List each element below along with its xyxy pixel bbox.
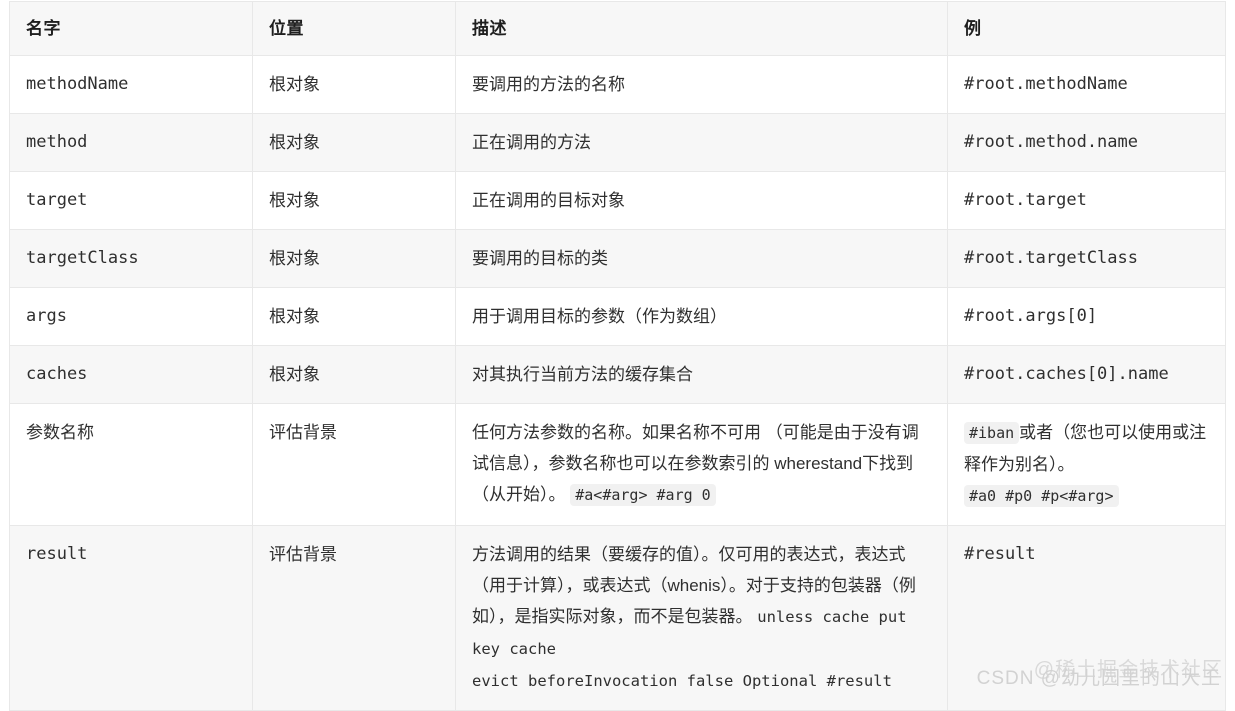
cell-description: 方法调用的结果（要缓存的值）。仅可用的表达式，表达式（用于计算），或表达式（wh…: [455, 525, 948, 711]
cell-example: #result: [947, 525, 1226, 711]
cell-description: 任何方法参数的名称。如果名称不可用 （可能是由于没有调试信息），参数名称也可以在…: [455, 403, 948, 526]
cell-description: 要调用的目标的类: [455, 229, 948, 288]
cell-location: 根对象: [252, 287, 456, 346]
table-row: args 根对象 用于调用目标的参数（作为数组） #root.args[0]: [9, 287, 1226, 346]
table-body: methodName 根对象 要调用的方法的名称 #root.methodNam…: [9, 55, 1226, 711]
column-header-description: 描述: [455, 1, 948, 56]
table-row: methodName 根对象 要调用的方法的名称 #root.methodNam…: [9, 55, 1226, 114]
cell-description: 要调用的方法的名称: [455, 55, 948, 114]
cell-example: #root.caches[0].name: [947, 345, 1226, 404]
cell-example: #root.method.name: [947, 113, 1226, 172]
cell-example: #root.args[0]: [947, 287, 1226, 346]
table-row: target 根对象 正在调用的目标对象 #root.target: [9, 171, 1226, 230]
cell-example: #root.target: [947, 171, 1226, 230]
column-header-name: 名字: [9, 1, 253, 56]
cell-example: #iban 或者（您也可以使用或注释作为别名）。 #a0 #p0 #p<#arg>: [947, 403, 1226, 526]
description-inline-code: #a<#arg> #arg 0: [570, 484, 716, 506]
table-row: targetClass 根对象 要调用的目标的类 #root.targetCla…: [9, 229, 1226, 288]
example-inline-code-aliases: #a0 #p0 #p<#arg>: [964, 485, 1119, 507]
spel-metadata-table-container: 名字 位置 描述 例 methodName 根对象 要调用的方法的名称 #roo…: [9, 1, 1226, 711]
cell-name: targetClass: [9, 229, 253, 288]
cell-description: 正在调用的方法: [455, 113, 948, 172]
table-row: caches 根对象 对其执行当前方法的缓存集合 #root.caches[0]…: [9, 345, 1226, 404]
cell-name: method: [9, 113, 253, 172]
column-header-example: 例: [947, 1, 1226, 56]
cell-location: 根对象: [252, 55, 456, 114]
cell-location: 根对象: [252, 229, 456, 288]
table-row: result 评估背景 方法调用的结果（要缓存的值）。仅可用的表达式，表达式（用…: [9, 525, 1226, 711]
cell-example: #root.methodName: [947, 55, 1226, 114]
cell-name: result: [9, 525, 253, 711]
cell-description: 正在调用的目标对象: [455, 171, 948, 230]
example-inline-code-primary: #iban: [964, 422, 1020, 444]
cell-name: caches: [9, 345, 253, 404]
table-row: 参数名称 评估背景 任何方法参数的名称。如果名称不可用 （可能是由于没有调试信息…: [9, 403, 1226, 526]
cell-location: 根对象: [252, 171, 456, 230]
cell-description: 用于调用目标的参数（作为数组）: [455, 287, 948, 346]
cell-name: args: [9, 287, 253, 346]
cell-name: methodName: [9, 55, 253, 114]
cell-name: 参数名称: [9, 403, 253, 526]
table-row: method 根对象 正在调用的方法 #root.method.name: [9, 113, 1226, 172]
column-header-location: 位置: [252, 1, 456, 56]
cell-location: 根对象: [252, 113, 456, 172]
spel-metadata-table: 名字 位置 描述 例 methodName 根对象 要调用的方法的名称 #roo…: [9, 1, 1226, 711]
table-header: 名字 位置 描述 例: [9, 1, 1226, 56]
table-header-row: 名字 位置 描述 例: [9, 1, 1226, 56]
cell-location: 评估背景: [252, 525, 456, 711]
cell-description: 对其执行当前方法的缓存集合: [455, 345, 948, 404]
cell-location: 根对象: [252, 345, 456, 404]
cell-location: 评估背景: [252, 403, 456, 526]
description-mono-attributes-cont: evict beforeInvocation false Optional #r…: [472, 672, 892, 690]
cell-example: #root.targetClass: [947, 229, 1226, 288]
cell-name: target: [9, 171, 253, 230]
